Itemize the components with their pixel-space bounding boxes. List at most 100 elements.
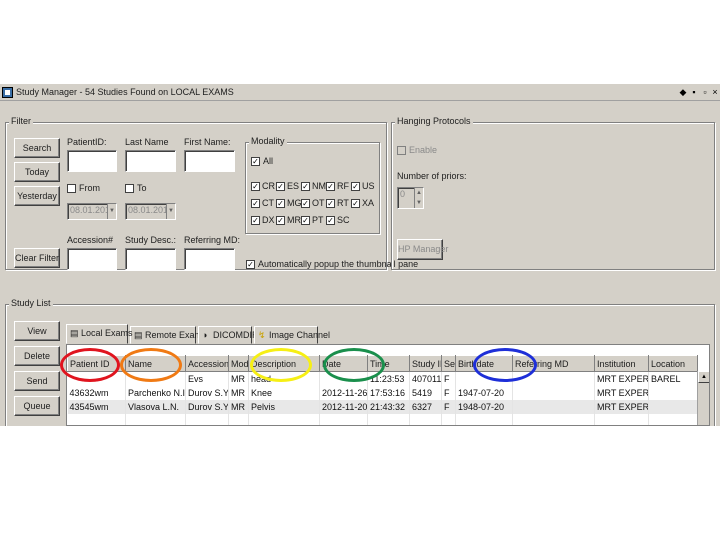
queue-button[interactable]: Queue xyxy=(14,396,60,416)
modality-mr-checkbox[interactable]: ✓ xyxy=(276,216,285,225)
modality-cr-checkbox[interactable]: ✓ xyxy=(251,182,260,191)
table-cell: 17:53:16 xyxy=(367,385,410,400)
column-header-name[interactable]: Name xyxy=(125,355,186,372)
enable-hp-label: Enable xyxy=(409,145,438,155)
to-date-dropdown-icon[interactable]: ▼ xyxy=(166,204,175,219)
referring-md-input[interactable] xyxy=(184,248,235,270)
tab-local-exams-label: Local Exams xyxy=(81,328,133,338)
table-cell: 21:43:32 xyxy=(367,399,410,414)
modality-xa-checkbox[interactable]: ✓ xyxy=(351,199,360,208)
today-button[interactable]: Today xyxy=(14,162,60,182)
column-header-description[interactable]: Description xyxy=(248,355,320,372)
to-label: To xyxy=(137,183,147,193)
table-row[interactable]: 43545wm Vlasova L.N. Durov S.Y. MR Pelvis 201… xyxy=(67,399,698,414)
accession-input[interactable] xyxy=(67,248,117,270)
column-header-sex[interactable]: Sex xyxy=(441,355,456,372)
to-checkbox[interactable] xyxy=(125,184,134,193)
modality-pt-checkbox[interactable]: ✓ xyxy=(301,216,310,225)
table-cell: F xyxy=(441,371,456,386)
table-vertical-scrollbar[interactable]: ▲ xyxy=(697,371,709,425)
enable-hp-checkbox[interactable] xyxy=(397,146,406,155)
study-list-tabs: ▤ Local Exams ▤ Remote Exams ◑ DICOMDIR … xyxy=(66,324,330,344)
clear-filter-button[interactable]: Clear Filter xyxy=(14,248,60,268)
study-desc-input[interactable] xyxy=(125,248,176,270)
table-cell xyxy=(409,413,442,425)
modality-rf-checkbox[interactable]: ✓ xyxy=(326,182,335,191)
search-button[interactable]: Search xyxy=(14,138,60,158)
modality-mg-checkbox[interactable]: ✓ xyxy=(276,199,285,208)
column-header-location[interactable]: Location xyxy=(648,355,698,372)
modality-ct-checkbox[interactable]: ✓ xyxy=(251,199,260,208)
hp-manager-button[interactable]: HP Manager xyxy=(397,239,448,260)
minimize-icon[interactable]: ▪ xyxy=(689,87,699,98)
table-row[interactable] xyxy=(67,413,698,425)
table-header-row: Patient IDNameAccessionModalityDescripti… xyxy=(67,355,698,372)
delete-button[interactable]: Delete xyxy=(14,346,60,366)
num-priors-spinner[interactable]: 0 ▲ ▼ xyxy=(397,187,424,209)
table-cell xyxy=(125,371,186,386)
table-cell: Durov S.Y. xyxy=(185,385,229,400)
from-date-picker[interactable]: 08.01.2013 ▼ xyxy=(67,203,117,220)
table-cell: 6327 xyxy=(409,399,442,414)
table-cell: Evs xyxy=(185,371,229,386)
scroll-up-icon[interactable]: ▲ xyxy=(698,371,709,383)
from-checkbox[interactable] xyxy=(67,184,76,193)
spinner-arrows-icon[interactable]: ▲ ▼ xyxy=(414,188,423,208)
tab-local-exams[interactable]: ▤ Local Exams xyxy=(66,324,133,344)
modality-all-label: All xyxy=(263,156,274,166)
patient-id-input[interactable] xyxy=(67,150,117,172)
view-button[interactable]: View xyxy=(14,321,60,341)
modality-rt-checkbox[interactable]: ✓ xyxy=(326,199,335,208)
modality-us-checkbox[interactable]: ✓ xyxy=(351,182,360,191)
auto-popup-checkbox[interactable]: ✓ xyxy=(246,260,255,269)
table-cell xyxy=(228,413,249,425)
maximize-icon[interactable]: ▫ xyxy=(700,87,710,98)
last-name-input[interactable] xyxy=(125,150,176,172)
column-header-modality[interactable]: Modality xyxy=(228,355,249,372)
table-cell xyxy=(455,413,513,425)
yesterday-button[interactable]: Yesterday xyxy=(14,186,60,206)
table-cell: 2012-11-20 xyxy=(319,399,368,414)
send-button[interactable]: Send xyxy=(14,371,60,391)
column-header-time[interactable]: Time xyxy=(367,355,410,372)
modality-all-checkbox[interactable]: ✓ xyxy=(251,157,260,166)
column-header-institution[interactable]: Institution xyxy=(594,355,649,372)
table-cell: MR xyxy=(228,371,249,386)
first-name-input[interactable] xyxy=(184,150,235,172)
close-icon[interactable]: × xyxy=(710,87,720,98)
modality-ot-checkbox[interactable]: ✓ xyxy=(301,199,310,208)
tab-dicomdir[interactable]: ◑ DICOMDIR xyxy=(198,326,259,344)
column-header-date[interactable]: Date xyxy=(319,355,368,372)
modality-nm-checkbox[interactable]: ✓ xyxy=(301,182,310,191)
tab-image-channel[interactable]: ↯ Image Channel xyxy=(254,326,330,344)
modality-dx-checkbox[interactable]: ✓ xyxy=(251,216,260,225)
patient-id-label: PatientID: xyxy=(67,137,107,147)
table-cell: 1948-07-20 xyxy=(455,399,513,414)
study-list-label: Study List xyxy=(9,298,53,308)
table-cell: 2012-11-26 xyxy=(319,385,368,400)
modality-sc-checkbox[interactable]: ✓ xyxy=(326,216,335,225)
help-icon[interactable]: ◆ xyxy=(678,87,688,98)
num-priors-value: 0 xyxy=(400,189,406,199)
study-manager-window: Study Manager - 54 Studies Found on LOCA… xyxy=(0,84,720,426)
column-header-birthdate[interactable]: Birthdate xyxy=(455,355,513,372)
tab-remote-exams[interactable]: ▤ Remote Exams xyxy=(130,326,207,344)
from-date-dropdown-icon[interactable]: ▼ xyxy=(107,204,116,219)
table-cell xyxy=(512,385,595,400)
modality-es-checkbox[interactable]: ✓ xyxy=(276,182,285,191)
column-header-study-id[interactable]: Study ID xyxy=(409,355,442,372)
table-cell xyxy=(455,371,513,386)
column-header-referring-md[interactable]: Referring MD xyxy=(512,355,595,372)
table-cell xyxy=(441,413,456,425)
first-name-label: First Name: xyxy=(184,137,231,147)
table-cell: 5419 xyxy=(409,385,442,400)
table-row[interactable]: EvsMRhead 11:23:5340701143F MRT EXPERTBARE… xyxy=(67,371,698,386)
table-row[interactable]: 43632wm Parchenko N.I. Durov S.Y. MR Knee 201… xyxy=(67,385,698,400)
table-cell: Parchenko N.I. xyxy=(125,385,186,400)
table-cell xyxy=(512,371,595,386)
column-header-accession[interactable]: Accession xyxy=(185,355,229,372)
column-header-patient-id[interactable]: Patient ID xyxy=(67,355,126,372)
to-date-picker[interactable]: 08.01.2013 ▼ xyxy=(125,203,176,220)
table-cell xyxy=(367,413,410,425)
disc-icon: ◑ xyxy=(202,330,208,340)
